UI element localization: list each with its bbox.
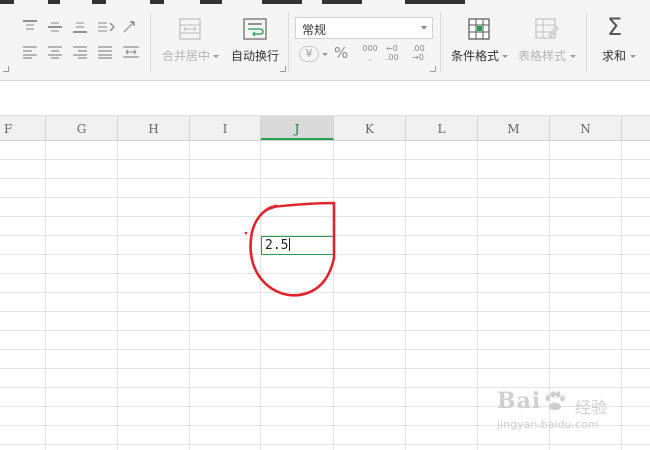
currency-dropdown-icon[interactable]: [322, 53, 328, 56]
conditional-format-icon[interactable]: [468, 18, 490, 40]
column-header-m[interactable]: M: [478, 116, 550, 140]
thousands-icon: 000: [362, 44, 378, 53]
watermark-url: jingyan.baidu.com: [497, 418, 599, 431]
alignment-group-launcher[interactable]: [3, 66, 9, 72]
decrease-decimal-button[interactable]: .00 →0: [412, 44, 434, 62]
increase-decimal-button[interactable]: ←0 .00: [386, 44, 408, 62]
active-cell-value: 2.5: [265, 238, 291, 253]
text-direction-icon[interactable]: [97, 20, 115, 34]
conditional-format-button[interactable]: 条件格式: [451, 49, 499, 63]
paw-logo-icon: [545, 391, 565, 410]
column-header-l[interactable]: L: [406, 116, 478, 140]
thousands-separator-button[interactable]: 000,: [359, 44, 381, 62]
merge-center-label: 合并居中: [162, 49, 211, 63]
ribbon-tab-strip: [0, 0, 650, 6]
column-header-h[interactable]: H: [118, 116, 190, 140]
column-header-next[interactable]: [622, 116, 650, 140]
grid-column-line: [260, 141, 261, 450]
grid-column-line: [333, 141, 334, 450]
table-style-dropdown-icon[interactable]: [570, 55, 576, 58]
grid-column-line: [477, 141, 478, 450]
table-style-icon[interactable]: [535, 18, 559, 40]
align-center-icon[interactable]: [47, 45, 63, 59]
auto-wrap-button[interactable]: 自动换行: [231, 49, 279, 63]
column-header-n[interactable]: N: [550, 116, 622, 140]
justify-icon[interactable]: [97, 45, 113, 59]
percent-icon: %: [334, 44, 349, 62]
sum-icon[interactable]: Σ: [607, 14, 622, 40]
currency-button[interactable]: ¥: [299, 46, 319, 62]
table-style-button[interactable]: 表格样式: [518, 49, 566, 63]
wrap-text-icon[interactable]: [243, 18, 267, 40]
column-header-k[interactable]: K: [334, 116, 406, 140]
decrease-decimal-icon: .00 →0: [412, 44, 425, 62]
watermark-brand: Bai: [497, 388, 542, 414]
sum-label: 求和: [602, 49, 627, 63]
column-header-g[interactable]: G: [46, 116, 118, 140]
merge-center-dropdown-icon[interactable]: [213, 55, 219, 58]
merge-cells-icon[interactable]: [179, 18, 201, 40]
column-header-f[interactable]: F: [0, 116, 46, 140]
baidu-watermark: Bai 经验 jingyan.baidu.com: [497, 388, 627, 438]
sum-button[interactable]: 求和: [602, 49, 626, 63]
watermark-suffix: 经验: [575, 398, 608, 417]
ribbon-separator: [288, 12, 289, 72]
ribbon-separator: [440, 12, 441, 72]
chevron-down-icon: [421, 26, 427, 30]
orientation-icon[interactable]: [122, 20, 140, 34]
auto-wrap-label: 自动换行: [231, 49, 280, 63]
grid-column-line: [189, 141, 190, 450]
table-style-label: 表格样式: [518, 49, 567, 63]
formula-bar-area[interactable]: [0, 81, 650, 116]
text-cursor: [289, 238, 291, 251]
distributed-align-icon[interactable]: [122, 45, 140, 59]
ribbon-toolbar: 合并居中 自动换行 常规 ¥ % 000, ←0 .00 .00 →0 条件格式…: [0, 0, 650, 81]
column-header-row: F G H I J K L M N: [0, 116, 650, 141]
align-top-icon[interactable]: [22, 20, 38, 34]
percent-button[interactable]: %: [334, 44, 349, 62]
ribbon-separator: [150, 12, 151, 72]
grid-column-line: [405, 141, 406, 450]
wrap-group-launcher[interactable]: [280, 66, 286, 72]
increase-decimal-icon: ←0 .00: [386, 44, 399, 62]
column-header-i[interactable]: I: [190, 116, 261, 140]
conditional-format-dropdown-icon[interactable]: [502, 55, 508, 58]
number-group-launcher[interactable]: [430, 66, 436, 72]
column-header-j[interactable]: J: [261, 116, 334, 140]
merge-center-button[interactable]: 合并居中: [162, 49, 210, 63]
align-right-icon[interactable]: [72, 45, 88, 59]
ribbon-separator: [586, 12, 587, 72]
align-left-icon[interactable]: [22, 45, 38, 59]
number-format-select[interactable]: 常规: [295, 17, 433, 39]
active-cell-editor[interactable]: 2.5: [261, 236, 334, 255]
grid-column-line: [45, 141, 46, 450]
conditional-format-label: 条件格式: [451, 49, 500, 63]
align-bottom-icon[interactable]: [72, 20, 88, 34]
sum-dropdown-icon[interactable]: [630, 55, 636, 58]
align-middle-icon[interactable]: [47, 20, 63, 34]
currency-icon: ¥: [305, 47, 313, 60]
grid-column-line: [117, 141, 118, 450]
number-format-value: 常规: [302, 23, 327, 37]
